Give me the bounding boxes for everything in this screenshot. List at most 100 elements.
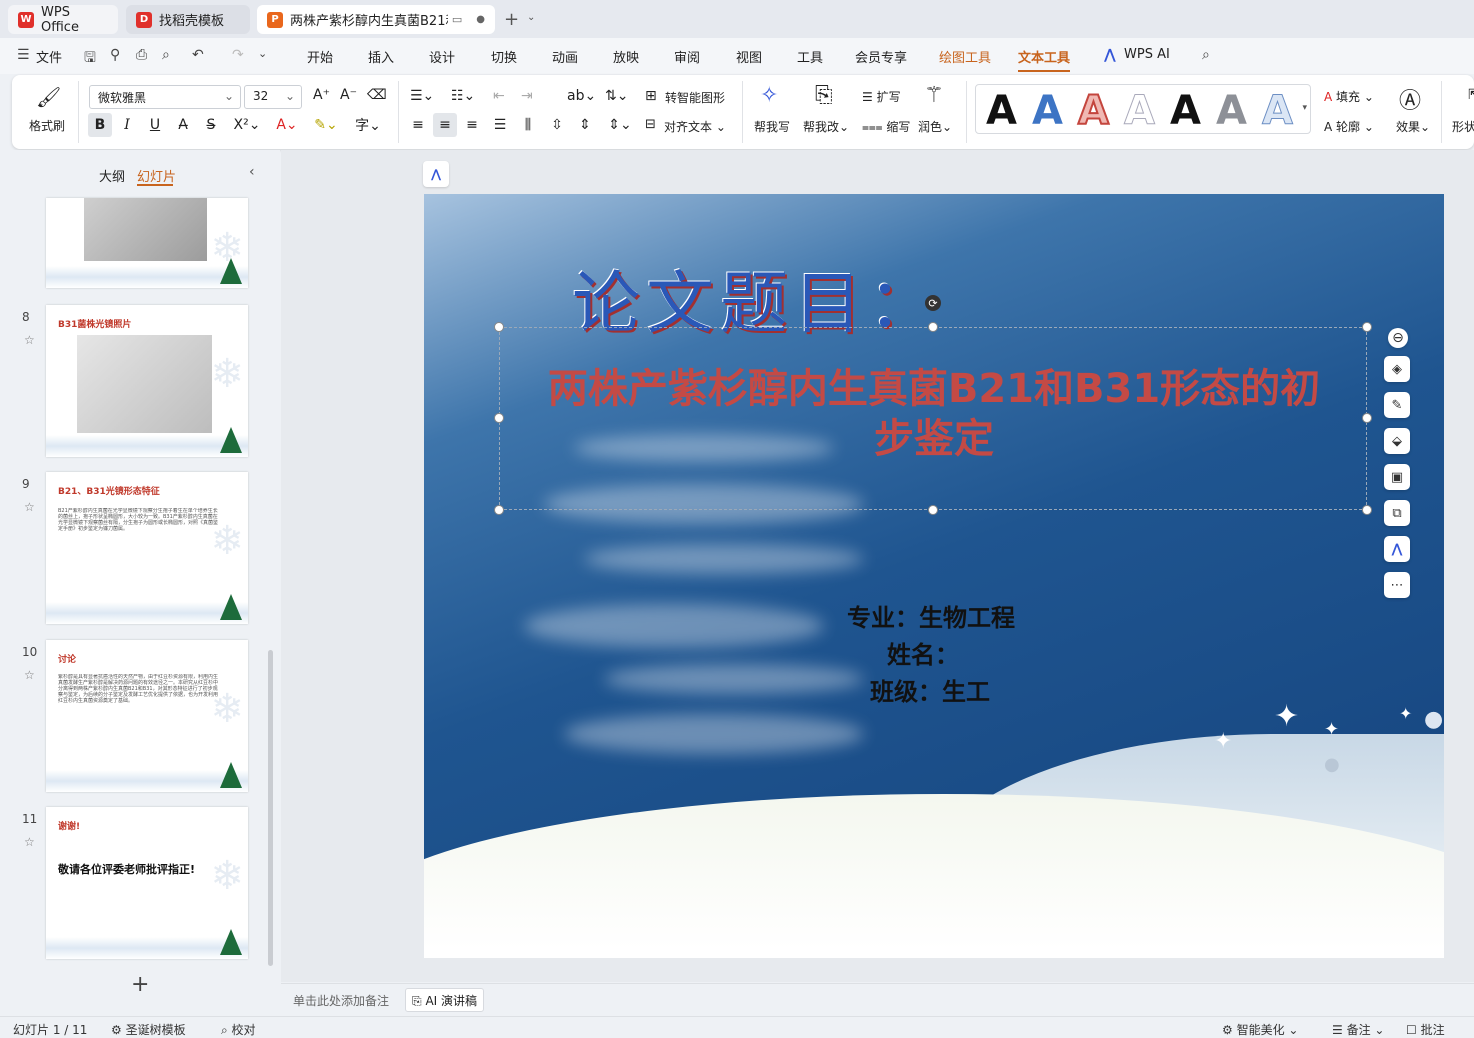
menu-drawing-tools[interactable]: 绘图工具 (939, 47, 991, 66)
slide-thumbnail-11[interactable]: 谢谢! 敬请各位评委老师批评指正! ❄ (46, 807, 248, 959)
shadow-text-icon[interactable]: S̶ (199, 113, 223, 137)
bold-icon[interactable]: B (88, 113, 112, 137)
font-shrink-icon[interactable]: A⁻ (340, 87, 357, 103)
name-text[interactable]: 姓名： (887, 635, 959, 670)
wordart-style-2[interactable]: A (1032, 91, 1063, 131)
shrink-button[interactable]: ⩶ 缩写 (862, 118, 910, 135)
resize-handle[interactable] (928, 505, 938, 515)
superscript-icon[interactable]: X²⌄ (229, 113, 265, 137)
save-icon[interactable]: 🖫 (84, 47, 96, 71)
menu-view[interactable]: 视图 (736, 47, 762, 66)
wordart-style-1[interactable]: A (986, 91, 1017, 131)
share-icon[interactable]: ⚲ (110, 47, 120, 63)
sparkle-icon[interactable]: ✧ (760, 83, 778, 108)
notes-placeholder[interactable]: 单击此处添加备注 (293, 992, 389, 1009)
wordart-style-6[interactable]: A (1216, 91, 1247, 131)
resize-handle[interactable] (1362, 505, 1372, 515)
rotate-handle-icon[interactable]: ⟳ (925, 295, 941, 311)
italic-icon[interactable]: I (115, 113, 139, 137)
shape-format-label[interactable]: 形状 (1452, 118, 1474, 135)
print-preview-icon[interactable]: ⌕ (162, 47, 170, 63)
menu-home[interactable]: 开始 (307, 47, 333, 66)
wordart-style-7[interactable]: A (1262, 91, 1294, 132)
star-icon[interactable]: ☆ (24, 835, 35, 849)
menu-wps-ai[interactable]: WPS AI (1124, 47, 1170, 62)
font-color-icon[interactable]: A⌄ (271, 113, 303, 137)
search-icon[interactable]: ⌕ (1202, 47, 1210, 63)
help-edit-button[interactable]: 帮我改⌄ (803, 118, 849, 135)
line-spacing-icon[interactable]: ⇕ (573, 113, 597, 137)
major-text[interactable]: 专业：生物工程 (847, 598, 1015, 633)
font-size-select[interactable]: 32 ⌄ (244, 85, 302, 109)
more-icon[interactable]: ⋯ (1384, 572, 1410, 598)
text-effect-icon[interactable]: Ⓐ (1399, 83, 1421, 115)
slide-subtitle[interactable]: 两株产紫杉醇内生真菌B21和B31形态的初步鉴定 (544, 364, 1324, 464)
comments-button[interactable]: ☐ 批注 (1406, 1021, 1445, 1038)
collapse-panel-icon[interactable]: ‹ (249, 164, 255, 180)
shape-format-icon[interactable]: ⇱ (1468, 87, 1474, 103)
format-painter-label[interactable]: 格式刷 (29, 117, 65, 134)
undo-icon[interactable]: ↶ (192, 47, 204, 63)
sort-icon[interactable]: ⇅⌄ (605, 88, 628, 104)
pen-icon[interactable]: ✎ (1384, 392, 1410, 418)
frame-icon[interactable]: ▣ (1384, 464, 1410, 490)
fill-bucket-icon[interactable]: ⬙ (1384, 428, 1410, 454)
highlight-icon[interactable]: ✎⌄ (310, 113, 342, 137)
underline-icon[interactable]: U (143, 113, 167, 137)
tab-outline[interactable]: 大纲 (99, 166, 125, 185)
align-center-icon[interactable]: ≡ (433, 113, 457, 137)
expand-button[interactable]: ☰ 扩写 (862, 88, 901, 105)
new-tab-icon[interactable]: + (504, 9, 519, 30)
window-icon[interactable]: ▭ (452, 13, 462, 26)
fill-button[interactable]: A 填充 ⌄ (1324, 88, 1374, 105)
menu-file[interactable]: 文件 (36, 47, 62, 66)
format-painter-icon[interactable]: 🖌 (36, 85, 61, 109)
add-slide-button[interactable]: + (131, 972, 149, 997)
clear-format-icon[interactable]: ⌫ (367, 87, 387, 103)
resize-handle[interactable] (494, 322, 504, 332)
column-icon[interactable]: ⇳ (545, 113, 569, 137)
smart-beautify-button[interactable]: ⚙ 智能美化 ⌄ (1222, 1021, 1298, 1038)
menu-tools[interactable]: 工具 (797, 47, 823, 66)
distribute-icon[interactable]: ⫼ (516, 113, 540, 137)
current-slide[interactable]: ✦ ✦ ✦ ✦ ● ● 论文题目： ⟳ 两株产紫杉醇内生真菌B21和B31形态的… (424, 194, 1444, 958)
resize-handle[interactable] (1362, 322, 1372, 332)
edit-doc-icon[interactable]: ⎘ (815, 83, 833, 108)
hamburger-icon[interactable]: ☰ (17, 47, 30, 63)
effect-button[interactable]: 效果⌄ (1396, 118, 1430, 135)
gallery-more-icon[interactable]: ▾ (1302, 103, 1307, 113)
tab-wps-office[interactable]: W WPS Office (8, 5, 118, 35)
bullet-list-icon[interactable]: ☰⌄ (410, 88, 434, 104)
notes-toggle-button[interactable]: ☰ 备注 ⌄ (1332, 1021, 1384, 1038)
ai-assist-icon[interactable]: ⋀ (423, 161, 449, 187)
align-right-icon[interactable]: ≡ (460, 113, 484, 137)
wordart-style-5[interactable]: A (1170, 91, 1201, 131)
layers-icon[interactable]: ◈ (1384, 356, 1410, 382)
slide-thumbnail-8[interactable]: B31菌株光镜照片 ❄ (46, 305, 248, 457)
to-smartart-button[interactable]: 转智能图形 (665, 89, 725, 106)
menu-member[interactable]: 会员专享 (855, 47, 907, 66)
star-icon[interactable]: ☆ (24, 500, 35, 514)
align-left-icon[interactable]: ≡ (406, 113, 430, 137)
font-name-select[interactable]: 微软雅黑 ⌄ (89, 85, 241, 109)
resize-handle[interactable] (928, 322, 938, 332)
wordart-style-3[interactable]: A (1077, 90, 1110, 132)
text-direction-icon[interactable]: ab⌄ (567, 88, 596, 104)
tab-docer[interactable]: D 找稻壳模板 (126, 5, 250, 34)
minus-icon[interactable]: ⊖ (1388, 328, 1408, 348)
slide-thumbnail-9[interactable]: B21、B31光镜形态特征 B21产紫杉醇内生真菌在光学显微镜下观察分生孢子着生… (46, 472, 248, 624)
wordart-style-4[interactable]: A (1124, 91, 1156, 132)
resize-handle[interactable] (494, 505, 504, 515)
template-button[interactable]: ⚙ 圣诞树模板 (111, 1021, 186, 1038)
align-text-button[interactable]: 对齐文本 ⌄ (664, 118, 726, 135)
menu-review[interactable]: 审阅 (674, 47, 700, 66)
class-text[interactable]: 班级：生工 (870, 672, 990, 707)
menu-slideshow[interactable]: 放映 (613, 47, 639, 66)
char-spacing-icon[interactable]: 字⌄ (351, 113, 385, 137)
tab-slides[interactable]: 幻灯片 (137, 166, 176, 185)
outline-button[interactable]: A 轮廓 ⌄ (1324, 118, 1374, 135)
menu-text-tools[interactable]: 文本工具 (1018, 47, 1071, 72)
panel-scrollbar[interactable] (268, 650, 273, 966)
outdent-icon[interactable]: ⇤ (493, 88, 505, 104)
tab-presentation[interactable]: P 两株产紫杉醇内生真菌B21和B31形态的初步鉴定 ▭ ● (257, 5, 495, 34)
